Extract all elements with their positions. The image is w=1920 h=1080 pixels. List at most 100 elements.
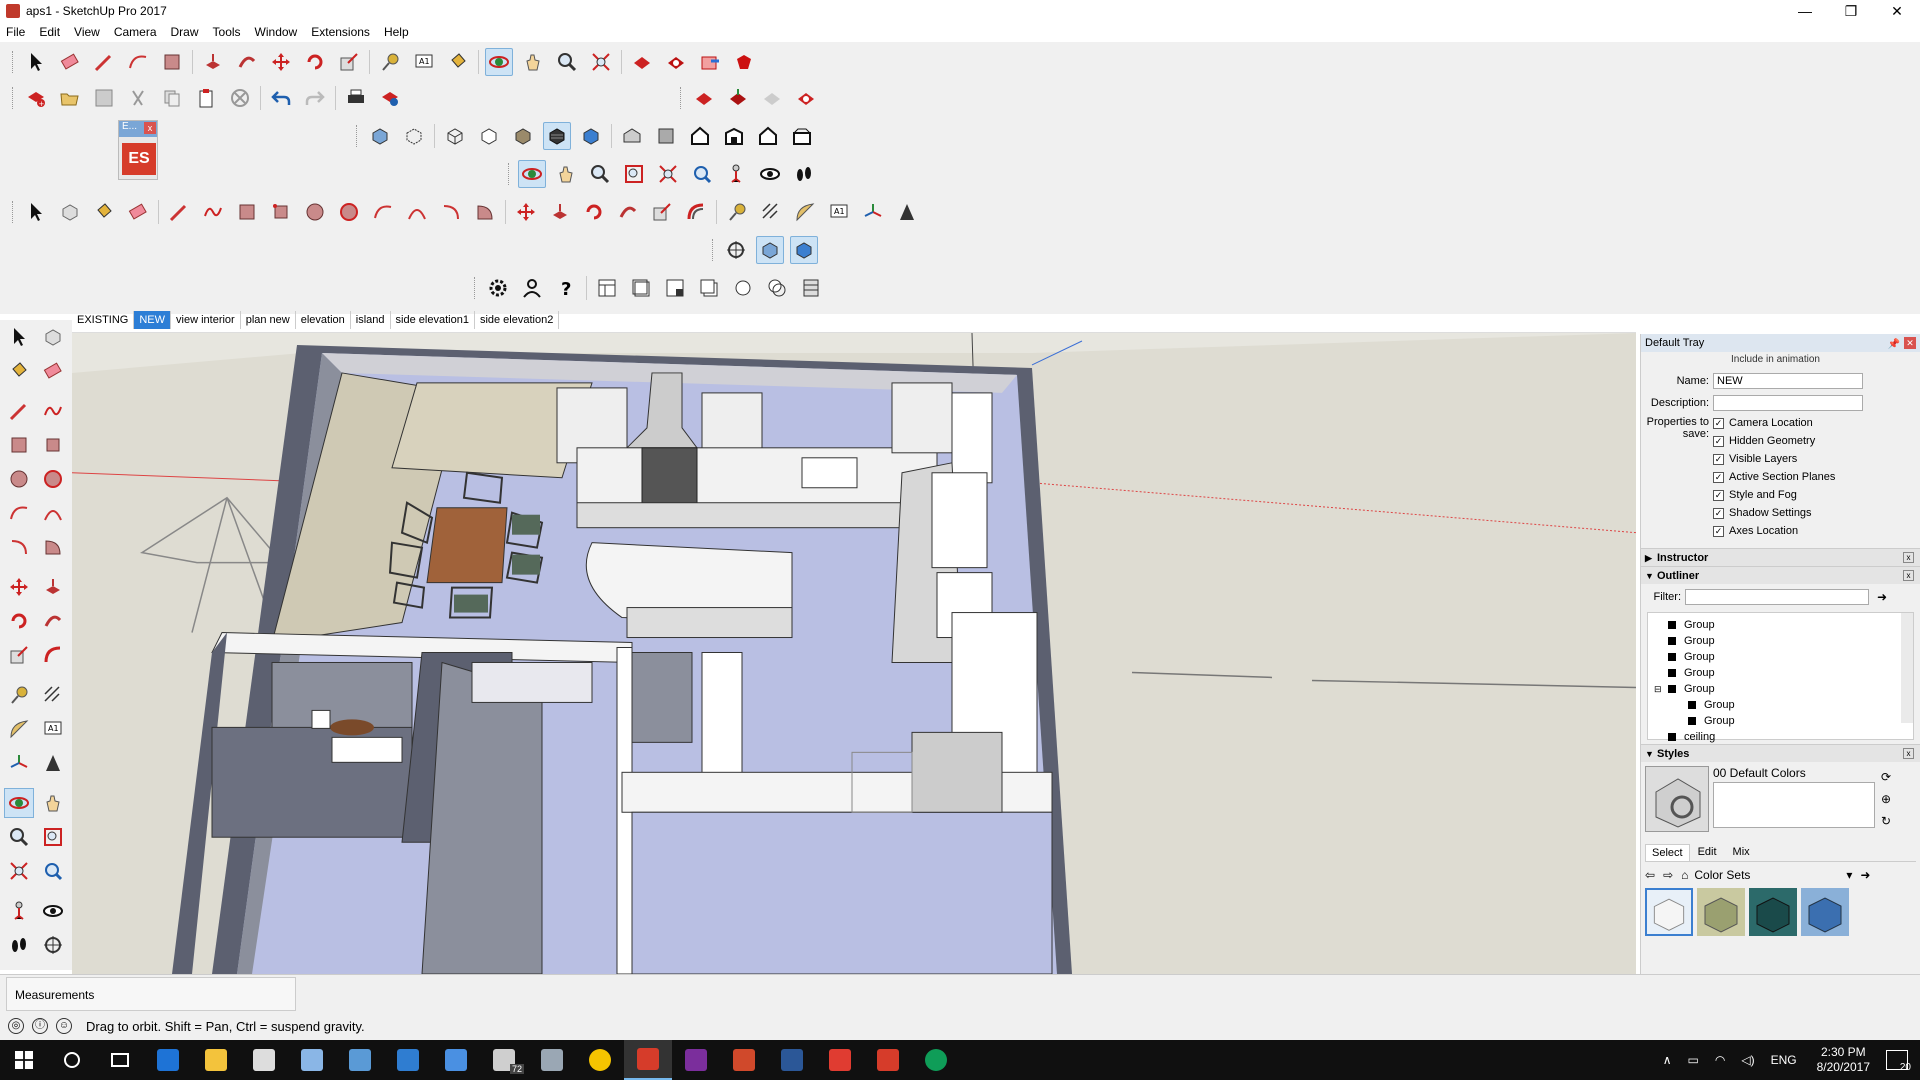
- scenes-panel-icon[interactable]: [729, 274, 757, 302]
- position-camera-icon[interactable]: [722, 160, 750, 188]
- back-arrow-icon[interactable]: ⇦: [1645, 868, 1655, 882]
- acrobat-icon[interactable]: [816, 1040, 864, 1080]
- share-component-icon-2[interactable]: [758, 84, 786, 112]
- dimension-icon[interactable]: [757, 198, 785, 226]
- geo-location-icon[interactable]: ◎: [8, 1018, 24, 1034]
- outliner-item[interactable]: ceiling: [1654, 729, 1913, 745]
- shadows-panel-icon[interactable]: [763, 274, 791, 302]
- menu-draw[interactable]: Draw: [171, 25, 199, 39]
- eraser-icon-3[interactable]: [38, 356, 68, 386]
- menu-view[interactable]: View: [74, 25, 100, 39]
- es-extension-button[interactable]: ES: [122, 143, 156, 175]
- shaded-icon[interactable]: [509, 122, 537, 150]
- fog-panel-icon[interactable]: [797, 274, 825, 302]
- three-point-arc-icon[interactable]: [437, 198, 465, 226]
- system-clock[interactable]: 2:30 PM 8/20/2017: [1817, 1045, 1870, 1075]
- details-arrow-icon[interactable]: ➜: [1860, 868, 1870, 882]
- monochrome-icon[interactable]: [577, 122, 605, 150]
- select-icon-3[interactable]: [4, 322, 34, 352]
- orbit-icon-2[interactable]: [518, 160, 546, 188]
- word-icon[interactable]: [768, 1040, 816, 1080]
- checkbox-active-section-planes[interactable]: ✓: [1713, 471, 1724, 483]
- pin-icon[interactable]: 📌: [1888, 336, 1900, 354]
- open-file-icon[interactable]: [56, 84, 84, 112]
- save-icon[interactable]: [90, 84, 118, 112]
- hangouts-icon[interactable]: [912, 1040, 960, 1080]
- look-around-icon-3[interactable]: [38, 896, 68, 926]
- battery-icon[interactable]: ▭: [1688, 1053, 1699, 1067]
- zoom-window-icon-3[interactable]: [38, 822, 68, 852]
- collection-select[interactable]: Color Sets ▾: [1694, 868, 1852, 882]
- rotate-icon-2[interactable]: [580, 198, 608, 226]
- two-point-arc-icon[interactable]: [403, 198, 431, 226]
- text-icon-3[interactable]: A1: [38, 714, 68, 744]
- outliner-scrollbar[interactable]: [1901, 613, 1913, 723]
- freehand-icon[interactable]: [199, 198, 227, 226]
- circle-icon-3[interactable]: [4, 464, 34, 494]
- user-sign-in-icon[interactable]: ☺: [56, 1018, 72, 1034]
- line-tool-icon[interactable]: [90, 48, 118, 76]
- arc-icon-2[interactable]: [369, 198, 397, 226]
- zoom-icon-2[interactable]: [586, 160, 614, 188]
- select-icon-2[interactable]: [22, 198, 50, 226]
- input-language[interactable]: ENG: [1771, 1053, 1797, 1067]
- push-pull-icon-3[interactable]: [38, 572, 68, 602]
- checkbox-visible-layers[interactable]: ✓: [1713, 453, 1724, 465]
- walk-icon[interactable]: [790, 160, 818, 188]
- wifi-icon[interactable]: ◠: [1715, 1053, 1725, 1067]
- offset-icon-3[interactable]: [38, 640, 68, 670]
- get-models-icon[interactable]: [690, 84, 718, 112]
- dimension-icon-3[interactable]: [38, 680, 68, 710]
- line-icon-2[interactable]: [165, 198, 193, 226]
- share-component-icon[interactable]: [696, 48, 724, 76]
- outliner-item[interactable]: Group: [1654, 697, 1913, 713]
- layout-icon[interactable]: [864, 1040, 912, 1080]
- powerpoint-icon[interactable]: [720, 1040, 768, 1080]
- pan-icon-2[interactable]: [552, 160, 580, 188]
- outliner-close-icon[interactable]: x: [1903, 570, 1914, 581]
- outliner-item[interactable]: Group: [1654, 633, 1913, 649]
- scene-name-input[interactable]: NEW: [1713, 373, 1863, 389]
- paste-icon[interactable]: [192, 84, 220, 112]
- text-icon-2[interactable]: A1: [825, 198, 853, 226]
- search-cortana-icon[interactable]: [48, 1040, 96, 1080]
- tab-edit[interactable]: Edit: [1690, 844, 1725, 861]
- arc-tool-icon[interactable]: [124, 48, 152, 76]
- freehand-icon-3[interactable]: [38, 396, 68, 426]
- tape-measure-icon[interactable]: [376, 48, 404, 76]
- follow-me-icon[interactable]: [233, 48, 261, 76]
- position-camera-icon-3[interactable]: [4, 896, 34, 926]
- hidden-line-icon[interactable]: [475, 122, 503, 150]
- paint-bucket-icon[interactable]: [444, 48, 472, 76]
- user-account-icon[interactable]: [518, 274, 546, 302]
- preferences-gear-icon[interactable]: [484, 274, 512, 302]
- outliner-item[interactable]: Group: [1654, 649, 1913, 665]
- outliner-details-arrow-icon[interactable]: ➜: [1877, 590, 1887, 604]
- move-tool-icon[interactable]: [267, 48, 295, 76]
- scale-icon-3[interactable]: [4, 640, 34, 670]
- style-description-field[interactable]: [1713, 782, 1875, 828]
- menu-edit[interactable]: Edit: [39, 25, 60, 39]
- protractor-icon[interactable]: [791, 198, 819, 226]
- iso-view-icon[interactable]: [618, 122, 646, 150]
- eraser-icon[interactable]: [56, 48, 84, 76]
- update-style-icon[interactable]: ⟳: [1881, 766, 1891, 788]
- app-icon-tools[interactable]: [528, 1040, 576, 1080]
- copy-icon[interactable]: [158, 84, 186, 112]
- scene-tab-side-elevation2[interactable]: side elevation2: [475, 311, 560, 329]
- select-tool-icon[interactable]: [22, 48, 50, 76]
- start-windows-icon[interactable]: [0, 1040, 48, 1080]
- display-section-planes-icon[interactable]: [756, 236, 784, 264]
- three-point-arc-icon-3[interactable]: [4, 532, 34, 562]
- zoom-extents-icon-3[interactable]: [4, 856, 34, 886]
- make-component-icon[interactable]: [56, 198, 84, 226]
- model-info-icon[interactable]: [376, 84, 404, 112]
- push-pull-icon[interactable]: [199, 48, 227, 76]
- extension-warehouse-icon-2[interactable]: [792, 84, 820, 112]
- rotated-rect-icon-3[interactable]: [38, 430, 68, 460]
- 3d-text-icon-3[interactable]: [38, 748, 68, 778]
- rotated-rectangle-icon[interactable]: [267, 198, 295, 226]
- menu-tools[interactable]: Tools: [213, 25, 241, 39]
- previous-view-icon[interactable]: [688, 160, 716, 188]
- materials-panel-icon[interactable]: [661, 274, 689, 302]
